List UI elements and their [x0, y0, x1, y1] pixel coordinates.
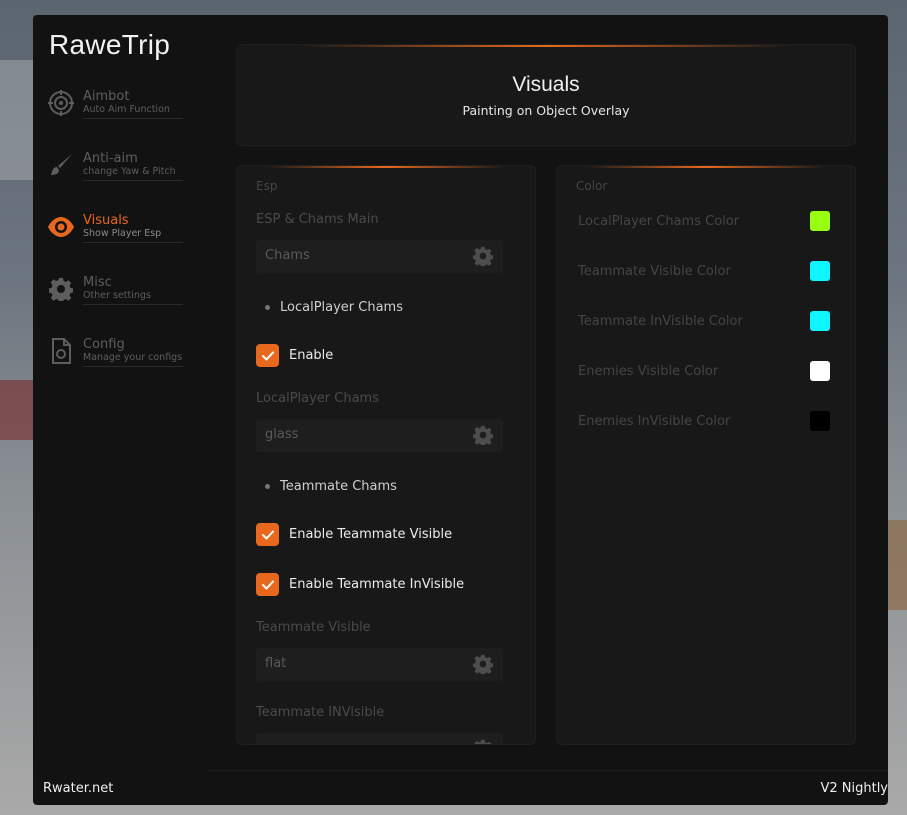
gear-icon[interactable]	[473, 739, 493, 745]
color-swatch[interactable]	[810, 311, 830, 331]
gear-icon	[47, 275, 75, 303]
color-swatch[interactable]	[810, 261, 830, 281]
background-decoration	[0, 380, 36, 440]
footer-divider	[208, 770, 888, 771]
field-label: Teammate Visible	[256, 620, 371, 635]
brush-icon	[47, 151, 75, 179]
team-visible-checkbox[interactable]	[256, 523, 279, 546]
sidebar-item-subtitle: Manage your configs	[83, 352, 183, 363]
sidebar-item-title: Anti-aim	[83, 151, 138, 166]
color-label: Enemies Visible Color	[578, 364, 719, 379]
team-visible-select[interactable]: flat	[256, 648, 503, 681]
sidebar-item-subtitle: change Yaw & Pitch	[83, 166, 176, 177]
sidebar-item-config[interactable]: Config Manage your configs	[47, 337, 187, 399]
accent-line	[266, 166, 506, 168]
esp-panel[interactable]: Esp ESP & Chams Main Chams LocalPlayer C…	[236, 165, 536, 745]
app-title: RaweTrip	[49, 29, 171, 60]
sidebar-item-aimbot[interactable]: Aimbot Auto Aim Function	[47, 89, 187, 151]
field-label: LocalPlayer Chams	[256, 391, 379, 406]
bullet-label: Teammate Chams	[280, 479, 397, 494]
team-invisible-checkbox[interactable]	[256, 573, 279, 596]
color-swatch[interactable]	[810, 411, 830, 431]
sidebar: Aimbot Auto Aim Function Anti-aim change…	[47, 89, 187, 399]
enable-checkbox[interactable]	[256, 344, 279, 367]
color-label: Teammate InVisible Color	[578, 314, 743, 329]
gear-icon[interactable]	[473, 425, 493, 445]
sidebar-item-anti-aim[interactable]: Anti-aim change Yaw & Pitch	[47, 151, 187, 213]
gear-icon[interactable]	[473, 654, 493, 674]
check-icon	[261, 351, 274, 360]
sidebar-item-subtitle: Show Player Esp	[83, 228, 162, 239]
section-bullet: LocalPlayer Chams	[265, 300, 403, 315]
color-row-enemies-invisible: Enemies InVisible Color	[578, 411, 830, 433]
panel-label: Esp	[256, 179, 278, 193]
section-bullet: Teammate Chams	[265, 479, 397, 494]
color-label: Teammate Visible Color	[578, 264, 731, 279]
background-decoration	[885, 520, 907, 610]
crosshair-icon	[47, 89, 75, 117]
accent-line	[298, 45, 794, 47]
main-window: RaweTrip Aimbot Auto Aim Function Anti-a…	[33, 15, 888, 805]
local-chams-select[interactable]: glass	[256, 419, 503, 452]
enable-checkbox-row[interactable]: Enable	[256, 344, 333, 367]
sidebar-item-title: Aimbot	[83, 89, 130, 104]
sidebar-item-title: Config	[83, 337, 125, 352]
footer-version: V2 Nightly	[820, 781, 888, 796]
sidebar-item-title: Misc	[83, 275, 112, 290]
bullet-dot	[265, 484, 270, 489]
field-label: ESP & Chams Main	[256, 212, 379, 227]
sidebar-item-visuals[interactable]: Visuals Show Player Esp	[47, 213, 187, 275]
team-visible-checkbox-row[interactable]: Enable Teammate Visible	[256, 523, 452, 546]
color-swatch[interactable]	[810, 361, 830, 381]
bullet-label: LocalPlayer Chams	[280, 300, 403, 315]
page-subtitle: Painting on Object Overlay	[462, 103, 630, 118]
color-row-enemies-visible: Enemies Visible Color	[578, 361, 830, 383]
team-invisible-select[interactable]	[256, 733, 503, 745]
color-row-localplayer: LocalPlayer Chams Color	[578, 211, 830, 233]
select-value: flat	[265, 656, 287, 671]
accent-line	[586, 166, 826, 168]
panel-label: Color	[576, 179, 608, 193]
check-icon	[261, 530, 274, 539]
color-row-team-invisible: Teammate InVisible Color	[578, 311, 830, 333]
eye-icon	[47, 213, 75, 241]
sidebar-item-subtitle: Auto Aim Function	[83, 104, 170, 115]
file-icon	[47, 337, 75, 365]
field-label: Teammate INVisible	[256, 705, 385, 720]
checkbox-label: Enable Teammate InVisible	[289, 577, 465, 592]
color-swatch[interactable]	[810, 211, 830, 231]
bullet-dot	[265, 305, 270, 310]
check-icon	[261, 580, 274, 589]
color-label: LocalPlayer Chams Color	[578, 214, 740, 229]
select-value: glass	[265, 427, 299, 442]
checkbox-label: Enable	[289, 348, 334, 363]
sidebar-item-subtitle: Other settings	[83, 290, 151, 301]
team-invisible-checkbox-row[interactable]: Enable Teammate InVisible	[256, 573, 464, 596]
gear-icon[interactable]	[473, 246, 493, 266]
select-value: Chams	[265, 248, 310, 263]
sidebar-item-misc[interactable]: Misc Other settings	[47, 275, 187, 337]
esp-main-select[interactable]: Chams	[256, 240, 503, 273]
color-panel: Color LocalPlayer Chams Color Teammate V…	[556, 165, 856, 745]
page-header: Visuals Painting on Object Overlay	[236, 44, 856, 146]
checkbox-label: Enable Teammate Visible	[289, 527, 453, 542]
page-title: Visuals	[512, 73, 580, 96]
sidebar-item-title: Visuals	[83, 213, 129, 228]
color-row-team-visible: Teammate Visible Color	[578, 261, 830, 283]
color-label: Enemies InVisible Color	[578, 414, 731, 429]
footer-site: Rwater.net	[43, 781, 114, 796]
